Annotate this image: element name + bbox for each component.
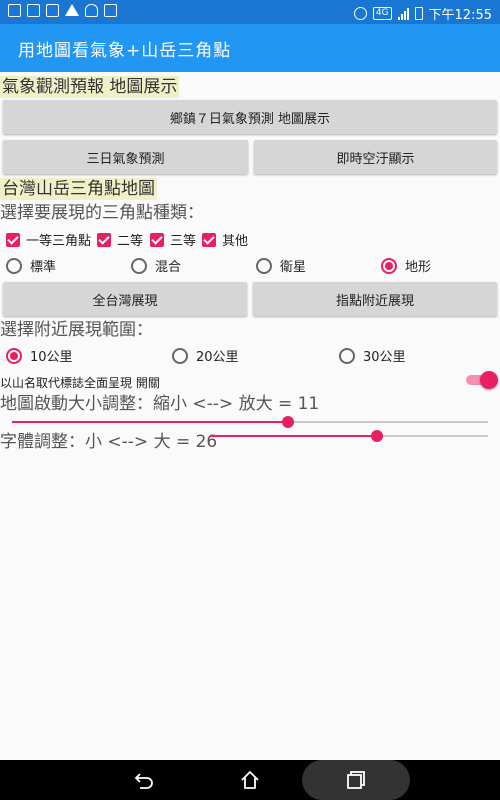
slider-thumb[interactable] — [282, 416, 295, 428]
warning-icon — [65, 4, 79, 16]
radio-label: 地形 — [405, 260, 432, 275]
radio-unselected-icon — [172, 347, 188, 364]
radio-label: 標準 — [30, 260, 57, 275]
radio-unselected-icon — [6, 257, 22, 274]
radio-unselected-icon — [339, 347, 355, 364]
checkbox-first-class[interactable]: 一等三角點 — [6, 230, 91, 249]
radio-label: 混合 — [155, 260, 182, 275]
checkbox-second-class[interactable]: 二等 — [97, 230, 143, 249]
zoom-label: 地圖啟動大小調整：縮小 <--> 放大 = 11 — [0, 394, 320, 414]
checkbox-checked-icon — [97, 232, 111, 247]
mountain-name-switch-label: 以山名取代標誌全面呈現 開關 — [0, 376, 160, 390]
download-icon — [27, 4, 40, 17]
checkbox-checked-icon — [202, 232, 216, 247]
checkbox-label: 三等 — [170, 234, 197, 249]
back-icon[interactable] — [134, 770, 154, 790]
point-type-label: 選擇要展現的三角點種類： — [0, 203, 204, 223]
all-taiwan-button[interactable]: 全台灣展現 — [3, 282, 247, 316]
checkbox-third-class[interactable]: 三等 — [150, 230, 196, 249]
home-icon[interactable] — [240, 770, 260, 790]
sd-card-icon — [104, 4, 117, 17]
map-type-standard-radio[interactable]: 標準 — [6, 256, 56, 275]
mountain-name-toggle[interactable] — [466, 371, 498, 389]
map-type-terrain-radio[interactable]: 地形 — [381, 256, 431, 275]
notification-icons — [8, 4, 117, 17]
status-bar: 4G 下午12:55 — [0, 0, 500, 24]
radio-unselected-icon — [131, 257, 147, 274]
recents-icon[interactable] — [346, 770, 366, 790]
mail-icon — [46, 4, 59, 17]
weather-section-title: 氣象觀測預報 地圖展示 — [0, 76, 180, 98]
radio-label: 10公里 — [30, 350, 73, 365]
range-30km-radio[interactable]: 30公里 — [339, 346, 406, 365]
slider-fill — [210, 435, 377, 437]
android-icon — [85, 4, 98, 17]
three-day-forecast-button[interactable]: 三日氣象預測 — [3, 140, 248, 174]
checkbox-label: 其他 — [222, 234, 249, 249]
clock: 下午12:55 — [428, 8, 492, 23]
radio-selected-icon — [6, 347, 22, 364]
checkbox-other[interactable]: 其他 — [202, 230, 248, 249]
radio-label: 20公里 — [196, 350, 239, 365]
checkbox-label: 二等 — [117, 234, 144, 249]
map-type-hybrid-radio[interactable]: 混合 — [131, 256, 181, 275]
radio-label: 衛星 — [280, 260, 307, 275]
radio-selected-icon — [381, 257, 397, 274]
slider-fill — [12, 421, 289, 423]
signal-icon — [397, 7, 409, 20]
range-10km-radio[interactable]: 10公里 — [6, 346, 73, 365]
air-quality-button[interactable]: 即時空汙顯示 — [254, 140, 497, 174]
font-size-slider[interactable] — [210, 428, 488, 444]
font-size-label: 字體調整：小 <--> 大 = 26 — [0, 432, 218, 452]
township-forecast-button[interactable]: 鄉鎮７日氣象預測 地圖展示 — [3, 100, 497, 134]
checkbox-checked-icon — [150, 232, 164, 247]
range-20km-radio[interactable]: 20公里 — [172, 346, 239, 365]
battery-icon — [414, 7, 423, 20]
toggle-thumb — [480, 371, 498, 389]
navigation-bar — [0, 760, 500, 800]
range-label: 選擇附近展現範圍： — [0, 320, 153, 340]
checkbox-checked-icon — [6, 232, 20, 247]
system-icons: 4G 下午12:55 — [353, 4, 492, 23]
radio-unselected-icon — [256, 257, 272, 274]
hotspot-icon — [353, 7, 367, 20]
app-title: 用地圖看氣象+山岳三角點 — [18, 41, 232, 61]
network-type-badge: 4G — [372, 7, 392, 20]
map-type-satellite-radio[interactable]: 衛星 — [256, 256, 306, 275]
slider-thumb[interactable] — [370, 430, 383, 442]
photo-icon — [8, 4, 21, 17]
app-bar: 用地圖看氣象+山岳三角點 — [0, 24, 500, 72]
nearby-button[interactable]: 指點附近展現 — [253, 282, 497, 316]
radio-label: 30公里 — [363, 350, 406, 365]
checkbox-label: 一等三角點 — [26, 234, 92, 249]
triangulation-section-title: 台灣山岳三角點地圖 — [0, 178, 157, 200]
